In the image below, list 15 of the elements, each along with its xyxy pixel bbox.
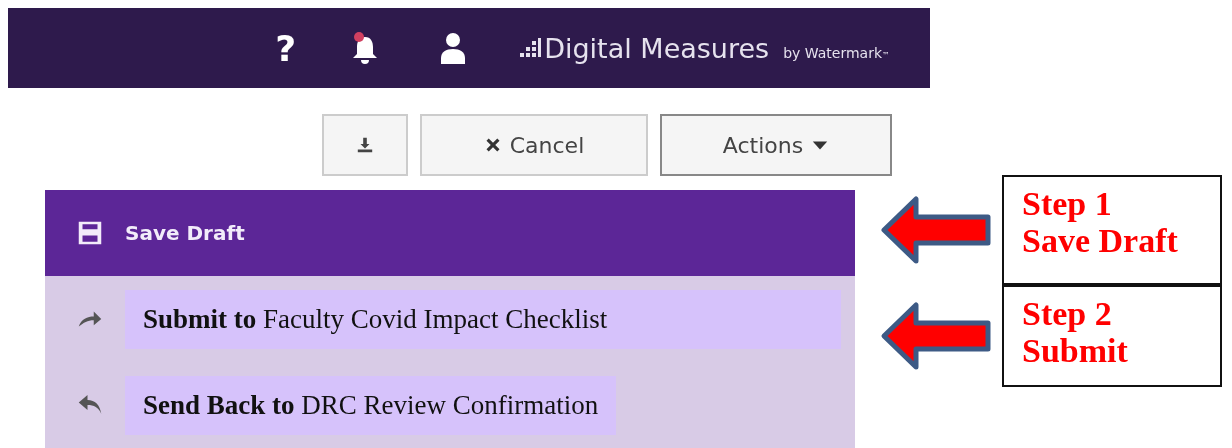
menu-item[interactable]: Send Back to DRC Review Confirmation xyxy=(45,362,855,448)
user-icon[interactable] xyxy=(440,32,467,64)
left-arrow-icon xyxy=(880,301,992,371)
step-callout: Step 1 Save Draft xyxy=(1002,175,1222,285)
cancel-button[interactable]: Cancel xyxy=(420,114,648,176)
menu-item[interactable]: Save Draft xyxy=(45,190,855,276)
left-arrow-icon xyxy=(880,195,992,265)
logo-tagline: by Watermark xyxy=(783,44,882,61)
trademark-mark: ™ xyxy=(882,50,890,60)
step-callout: Step 2 Submit xyxy=(1002,285,1222,387)
help-icon[interactable]: ? xyxy=(275,27,297,69)
logo-name: Digital Measures xyxy=(544,32,770,64)
actions-button[interactable]: Actions xyxy=(660,114,892,176)
download-icon xyxy=(356,136,374,154)
bars-icon xyxy=(520,37,543,58)
